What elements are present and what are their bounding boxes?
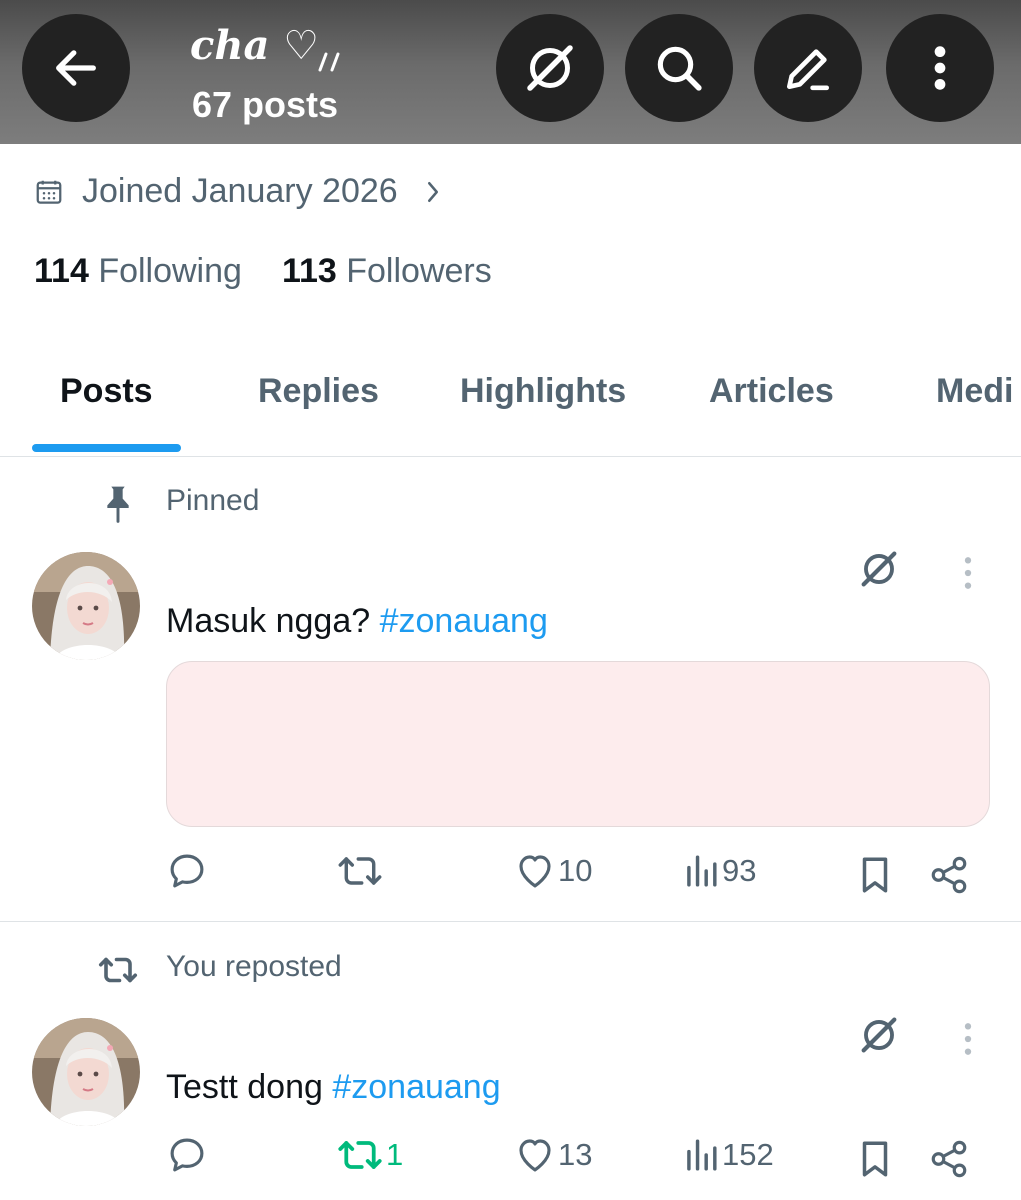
follow-stats: 114 Following 113 Followers — [34, 252, 492, 291]
hashtag-link[interactable]: #zonauang — [332, 1068, 500, 1106]
views-button[interactable]: 152 — [682, 1134, 774, 1176]
reply-icon — [170, 854, 204, 888]
post-actions: 1 13 152 — [0, 1134, 1021, 1184]
heart-icon — [519, 855, 551, 888]
view-count: 152 — [722, 1137, 774, 1172]
tab-replies[interactable]: Replies — [258, 372, 379, 411]
share-icon[interactable] — [928, 1138, 970, 1180]
reply-button[interactable] — [166, 850, 210, 892]
post-count: 67 posts — [192, 84, 339, 125]
tab-highlights[interactable]: Highlights — [460, 372, 626, 411]
grok-icon[interactable] — [856, 1012, 902, 1058]
avatar-image — [32, 552, 140, 660]
back-arrow-icon — [56, 50, 96, 86]
tab-posts[interactable]: Posts — [60, 372, 153, 411]
post-actions: 10 93 — [0, 850, 1021, 900]
reply-icon — [170, 1138, 204, 1172]
more-button[interactable] — [886, 14, 994, 122]
bookmark-icon[interactable] — [856, 854, 894, 896]
post-text: Masuk ngga? #zonauang — [166, 602, 548, 641]
repost-button[interactable]: 1 — [336, 1134, 403, 1176]
following-label: Following — [98, 252, 242, 290]
grok-icon[interactable] — [856, 546, 902, 592]
bookmark-icon[interactable] — [856, 1138, 894, 1180]
active-tab-indicator — [32, 444, 181, 452]
chevron-right-icon — [427, 181, 438, 202]
grok-button[interactable] — [496, 14, 604, 122]
edit-button[interactable] — [754, 14, 862, 122]
post-divider — [0, 921, 1021, 922]
like-button[interactable]: 10 — [514, 850, 592, 892]
tab-media[interactable]: Medi — [936, 372, 1013, 411]
followers-link[interactable]: 113 Followers — [282, 252, 492, 290]
view-count: 93 — [722, 853, 757, 888]
avatar-image — [32, 1018, 140, 1126]
search-button[interactable] — [625, 14, 733, 122]
like-button[interactable]: 13 — [514, 1134, 592, 1176]
post-media[interactable] — [166, 661, 990, 827]
display-name: cha ♡ — [190, 22, 320, 69]
followers-label: Followers — [346, 252, 492, 290]
avatar[interactable] — [32, 552, 140, 660]
calendar-icon — [36, 180, 62, 204]
reply-button[interactable] — [166, 1134, 210, 1176]
following-count: 114 — [34, 252, 89, 290]
slash-marks-icon — [318, 52, 340, 72]
like-count: 13 — [558, 1137, 593, 1172]
post-body: Testt dong — [166, 1068, 333, 1106]
share-icon[interactable] — [928, 854, 970, 896]
search-icon — [657, 46, 702, 91]
repost-icon — [338, 1141, 382, 1169]
profile-tabs: Posts Replies Highlights Articles Medi — [0, 360, 1021, 457]
post-text: Testt dong #zonauang — [166, 1068, 501, 1107]
avatar[interactable] — [32, 1018, 140, 1126]
heart-icon — [519, 1139, 551, 1172]
edit-icon — [787, 49, 829, 91]
repost-icon — [338, 857, 382, 885]
more-vertical-icon[interactable] — [958, 554, 978, 592]
tab-articles[interactable]: Articles — [709, 372, 834, 411]
hashtag-link[interactable]: #zonauang — [380, 602, 548, 640]
reposted-label: You reposted — [166, 950, 342, 983]
following-link[interactable]: 114 Following — [34, 252, 242, 290]
more-vertical-icon — [934, 46, 946, 90]
post-body: Masuk ngga? — [166, 602, 380, 640]
followers-count: 113 — [281, 252, 337, 290]
bar-chart-icon — [687, 1139, 717, 1171]
profile-header: cha ♡ 67 posts — [0, 0, 1021, 144]
grok-icon — [527, 45, 573, 91]
views-button[interactable]: 93 — [682, 850, 756, 892]
repost-button[interactable] — [336, 850, 386, 892]
repost-icon — [98, 957, 138, 983]
joined-text: Joined January 2026 — [82, 172, 398, 210]
more-vertical-icon[interactable] — [958, 1020, 978, 1058]
bar-chart-icon — [687, 855, 717, 887]
back-button[interactable] — [22, 14, 130, 122]
like-count: 10 — [558, 853, 593, 888]
joined-date[interactable]: Joined January 2026 — [34, 172, 444, 211]
pinned-label: Pinned — [166, 484, 260, 517]
pin-icon — [107, 486, 129, 523]
repost-count: 1 — [386, 1137, 404, 1172]
